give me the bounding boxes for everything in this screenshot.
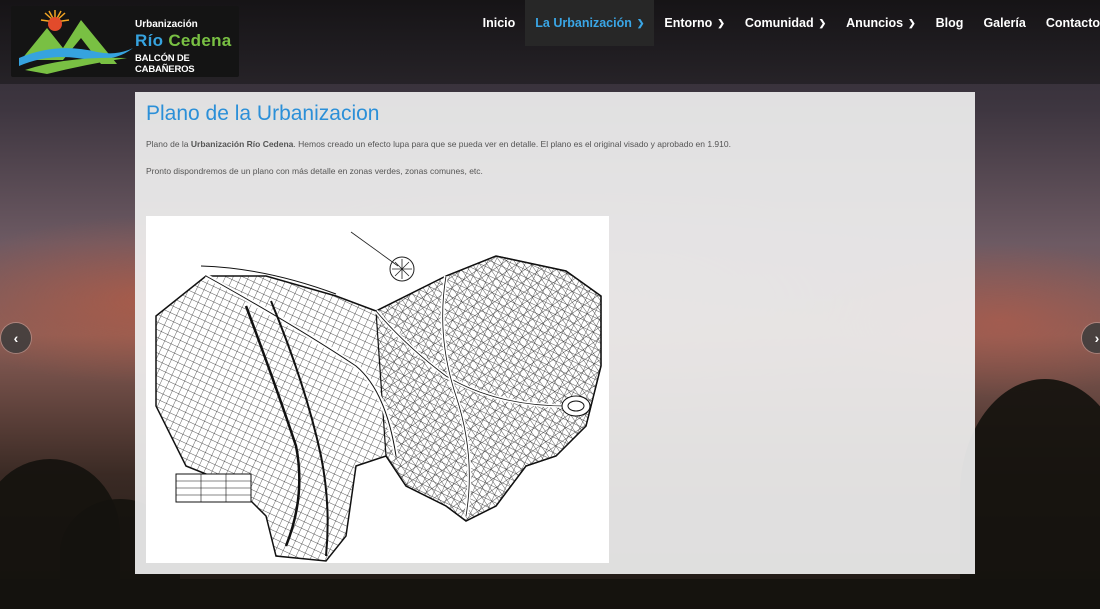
content-panel: Plano de la Urbanizacion Plano de la Urb… xyxy=(135,92,975,574)
chevron-right-icon: › xyxy=(1094,330,1100,346)
slider-prev-button[interactable]: ‹ xyxy=(1,323,31,353)
intro-text-end: . Hemos creado un efecto lupa para que s… xyxy=(293,139,731,149)
plan-drawing xyxy=(155,231,602,562)
urbanization-plan-image[interactable] xyxy=(146,216,609,563)
menu-item-label: Anuncios xyxy=(846,16,904,30)
menu-item-blog[interactable]: Blog xyxy=(926,0,974,46)
menu-item-inicio[interactable]: Inicio xyxy=(473,0,526,46)
intro-text-start: Plano de la xyxy=(146,139,191,149)
menu-item-galeria[interactable]: Galería xyxy=(973,0,1035,46)
slider-next-button[interactable]: › xyxy=(1082,323,1100,353)
chevron-down-icon: ❯ xyxy=(818,17,827,28)
intro-paragraph: Plano de la Urbanización Río Cedena. Hem… xyxy=(146,139,731,149)
logo-title-cedena: Cedena xyxy=(168,31,232,50)
mountain-logo-icon xyxy=(19,10,133,74)
page-title: Plano de la Urbanizacion xyxy=(146,102,380,125)
note-paragraph: Pronto dispondremos de un plano con más … xyxy=(146,166,483,176)
chevron-left-icon: ‹ xyxy=(13,330,19,346)
menu-item-label: Blog xyxy=(935,16,964,30)
menu-item-contacto[interactable]: Contacto xyxy=(1036,0,1100,46)
site-logo[interactable]: Urbanización Río Cedena BALCÓN DE CABAÑE… xyxy=(11,6,239,77)
menu-item-entorno[interactable]: Entorno ❯ xyxy=(654,0,734,46)
menu-item-label: Contacto xyxy=(1045,16,1100,30)
chevron-down-icon: ❯ xyxy=(908,17,916,28)
background-ground xyxy=(0,579,1100,609)
menu-item-label: Comunidad xyxy=(744,16,814,30)
logo-tagline: BALCÓN DE CABAÑEROS xyxy=(135,53,195,75)
main-menu: Inicio La Urbanización ❯ Entorno ❯ Comunid… xyxy=(473,0,1100,46)
intro-text-bold: Urbanización Río Cedena xyxy=(190,139,294,149)
logo-subtitle: Urbanización xyxy=(135,19,198,30)
chevron-down-icon: ❯ xyxy=(717,17,725,28)
menu-item-anuncios[interactable]: Anuncios ❯ xyxy=(836,0,926,46)
menu-item-la-urbanizacion[interactable]: La Urbanización ❯ xyxy=(525,0,655,46)
chevron-down-icon: ❯ xyxy=(636,17,645,28)
logo-title-rio: Río xyxy=(135,31,164,50)
navbar: Urbanización Río Cedena BALCÓN DE CABAÑE… xyxy=(0,0,1100,84)
background-tree xyxy=(960,379,1100,609)
logo-title: Río Cedena xyxy=(135,31,232,51)
menu-item-label: Inicio xyxy=(482,16,516,30)
menu-item-comunidad[interactable]: Comunidad ❯ xyxy=(735,0,836,46)
menu-item-label: Entorno xyxy=(664,16,713,30)
menu-item-label: La Urbanización xyxy=(535,16,632,30)
menu-item-label: Galería xyxy=(983,16,1026,30)
